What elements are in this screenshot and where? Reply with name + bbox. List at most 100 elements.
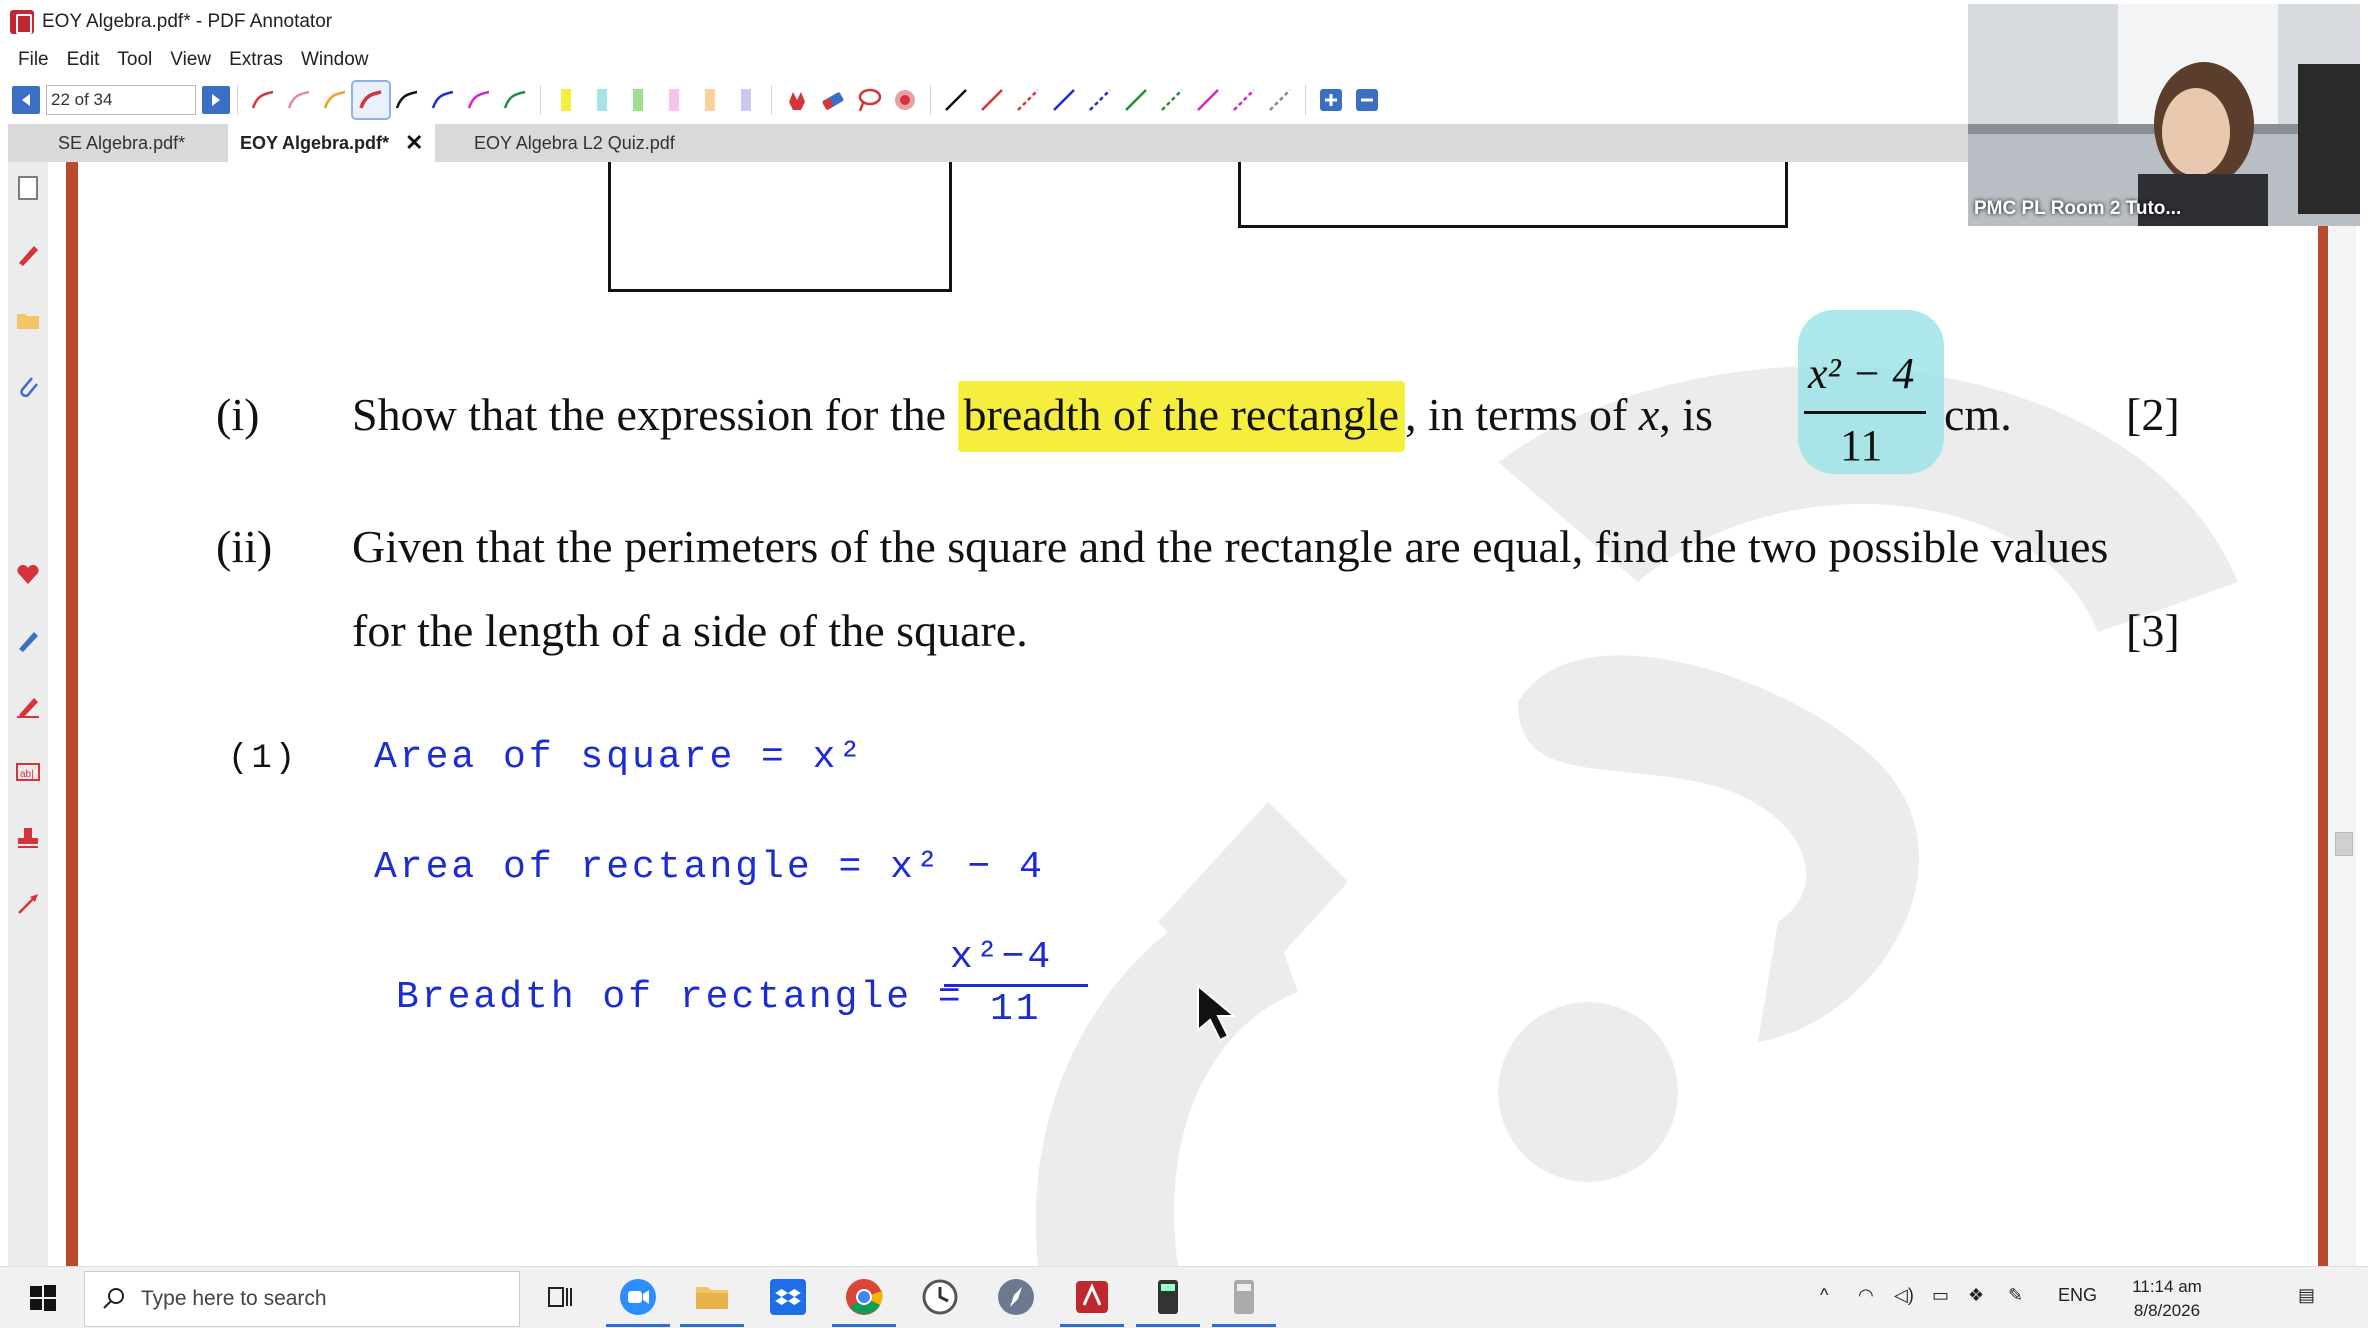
highlighter-cyan-tool[interactable] (584, 82, 620, 118)
tab-se-algebra[interactable]: SE Algebra.pdf* (46, 124, 197, 162)
wifi-icon[interactable]: ◠ (1858, 1285, 1874, 1306)
calculator-2-button[interactable] (1212, 1275, 1276, 1327)
toolbar-separator (237, 85, 238, 115)
fraction-denominator: 11 (1840, 421, 1883, 470)
text-box-tool[interactable]: ab| (12, 756, 44, 788)
arrow-left-icon (22, 94, 30, 106)
line-green-tool[interactable] (1118, 82, 1154, 118)
line-red-tool[interactable] (974, 82, 1010, 118)
calculator-button[interactable] (1136, 1275, 1200, 1327)
previous-page-button[interactable] (12, 86, 40, 114)
pen-orange-tool[interactable] (317, 82, 353, 118)
highlighter-yellow-tool[interactable] (548, 82, 584, 118)
pen-icon (19, 632, 38, 652)
folder-tool[interactable] (12, 304, 44, 336)
window-title: EOY Algebra.pdf* - PDF Annotator (42, 11, 333, 32)
close-icon[interactable]: ✕ (405, 130, 423, 156)
favorites-tool[interactable] (12, 558, 44, 590)
highlighter-orange-tool[interactable] (692, 82, 728, 118)
line-magenta-tool[interactable] (1190, 82, 1226, 118)
pen-sidebar-tool[interactable] (12, 238, 44, 270)
hand-tool[interactable] (779, 82, 815, 118)
toolbar-separator (540, 85, 541, 115)
pen-black-tool[interactable] (389, 82, 425, 118)
safari-button[interactable] (994, 1275, 1038, 1319)
dropbox-tray-icon[interactable]: ❖ (1968, 1285, 1984, 1306)
vertical-scrollbar[interactable] (2330, 162, 2356, 1266)
marker-icon (17, 698, 39, 718)
dashed-line-gray-tool[interactable] (1262, 82, 1298, 118)
zoom-in-button[interactable] (1313, 82, 1349, 118)
tab-eoy-algebra-l2-quiz[interactable]: EOY Algebra L2 Quiz.pdf (462, 124, 687, 162)
pen-blue-tool[interactable] (425, 82, 461, 118)
language-indicator[interactable]: ENG (2058, 1285, 2097, 1306)
attachment-tool[interactable] (12, 370, 44, 402)
folder-icon (696, 1287, 728, 1309)
tab-label: EOY Algebra.pdf* (240, 132, 390, 153)
zoom-out-button[interactable] (1349, 82, 1385, 118)
highlighter-sidebar-tool[interactable] (12, 690, 44, 722)
pen-red-tool[interactable] (245, 82, 281, 118)
highlighter-lavender-tool[interactable] (728, 82, 764, 118)
menu-extras[interactable]: Extras (229, 49, 283, 71)
handwritten-part-label: (1) (228, 740, 299, 778)
show-hidden-icons-button[interactable]: ^ (1820, 1285, 1828, 1306)
line-black-tool[interactable] (938, 82, 974, 118)
chrome-button[interactable] (832, 1275, 896, 1327)
dashed-line-green-tool[interactable] (1154, 82, 1190, 118)
notifications-icon[interactable]: ▤ (2298, 1285, 2315, 1306)
next-page-button[interactable] (202, 86, 230, 114)
pdf-annotator-icon (10, 10, 34, 34)
page-thumbnail-tool[interactable] (12, 172, 44, 204)
menu-file[interactable]: File (18, 49, 49, 71)
menu-view[interactable]: View (170, 49, 211, 71)
compass-icon (998, 1279, 1034, 1315)
task-view-button[interactable] (538, 1275, 582, 1319)
highlighter-icon (633, 89, 643, 111)
file-explorer-button[interactable] (680, 1275, 744, 1327)
menu-tool[interactable]: Tool (117, 49, 152, 71)
system-clock[interactable]: 11:14 am 8/8/2026 (2112, 1275, 2222, 1323)
menu-window[interactable]: Window (301, 49, 369, 71)
pdf-annotator-button[interactable] (1060, 1275, 1124, 1327)
document-tabs: SE Algebra.pdf* EOY Algebra.pdf* ✕ EOY A… (8, 124, 1968, 162)
dashed-line-icon (1233, 89, 1255, 111)
record-tool[interactable] (887, 82, 923, 118)
lasso-tool[interactable] (851, 82, 887, 118)
taskbar-search-box[interactable]: Type here to search (84, 1271, 520, 1327)
dashed-line-icon (1269, 89, 1291, 111)
question-i-pre: Show that the expression for the (352, 389, 958, 440)
pen-red-thick-tool[interactable] (351, 80, 391, 120)
dropbox-button[interactable] (766, 1275, 810, 1319)
zoom-app-button[interactable] (606, 1275, 670, 1327)
highlighter-green-tool[interactable] (620, 82, 656, 118)
volume-icon[interactable]: ◁) (1894, 1285, 1914, 1306)
eraser-tool[interactable] (815, 82, 851, 118)
menu-edit[interactable]: Edit (67, 49, 100, 71)
battery-icon[interactable]: ▭ (1932, 1285, 1949, 1306)
calculator-icon (1158, 1280, 1178, 1314)
tab-label: EOY Algebra L2 Quiz.pdf (474, 132, 675, 153)
pen-stroke-icon (359, 90, 382, 109)
pen-blue-sidebar-tool[interactable] (12, 624, 44, 656)
page-number-field[interactable] (46, 85, 196, 115)
arrow-tool[interactable] (12, 888, 44, 920)
pdf-page[interactable]: (i) Show that the expression for the bre… (78, 162, 2318, 1266)
scrollbar-thumb[interactable] (2335, 832, 2353, 856)
clock-app-button[interactable] (918, 1275, 962, 1319)
dashed-line-magenta-tool[interactable] (1226, 82, 1262, 118)
dashed-line-icon (1017, 89, 1039, 111)
pen-pink-tool[interactable] (281, 82, 317, 118)
pen-tray-icon[interactable]: ✎ (2008, 1285, 2023, 1306)
square-figure (608, 162, 952, 292)
line-blue-tool[interactable] (1046, 82, 1082, 118)
stamp-tool[interactable] (12, 822, 44, 854)
dashed-line-blue-tool[interactable] (1082, 82, 1118, 118)
pen-magenta-tool[interactable] (461, 82, 497, 118)
pen-green-tool[interactable] (497, 82, 533, 118)
left-tool-sidebar: ab| (8, 162, 48, 1266)
windows-start-icon[interactable] (28, 1283, 58, 1313)
dashed-line-red-tool[interactable] (1010, 82, 1046, 118)
tab-eoy-algebra[interactable]: EOY Algebra.pdf* ✕ (228, 124, 436, 162)
highlighter-pink-tool[interactable] (656, 82, 692, 118)
